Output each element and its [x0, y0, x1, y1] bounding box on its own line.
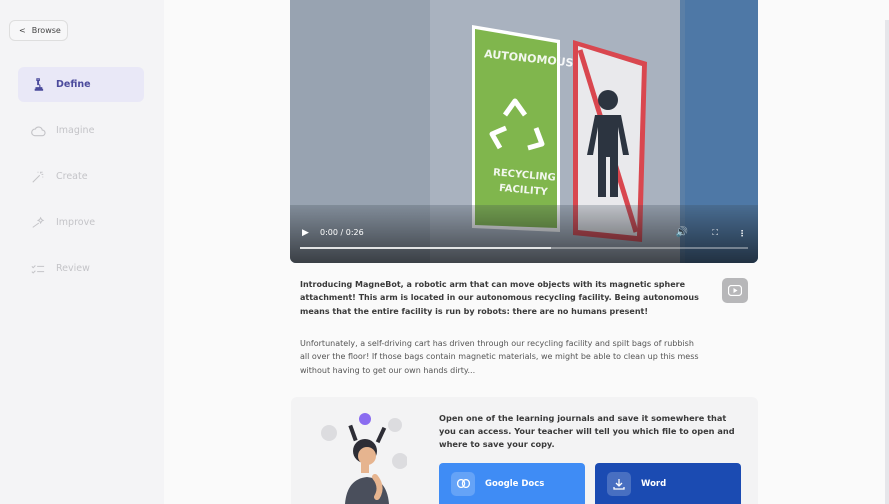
sidebar-item-label: Define [56, 79, 91, 90]
browse-back-button[interactable]: < Browse [9, 20, 68, 41]
fullscreen-icon[interactable]: ⛶ [712, 228, 718, 238]
video-controls: ▶ 0:00 / 0:26 🔊 ⛶ ⋮ [290, 205, 758, 263]
video-time: 0:00 / 0:26 [320, 228, 364, 237]
journal-instructions: Open one of the learning journals and sa… [439, 413, 735, 449]
scrollbar[interactable] [885, 20, 889, 504]
learning-journal-card: Open one of the learning journals and sa… [291, 397, 758, 504]
sparkle-wand-icon [30, 215, 46, 231]
link-icon [451, 471, 475, 496]
youtube-icon [727, 281, 743, 300]
sidebar-item-label: Review [56, 263, 90, 274]
more-options-icon[interactable]: ⋮ [738, 229, 746, 238]
google-docs-button[interactable]: Google Docs [439, 463, 585, 504]
description-paragraph-1: Introducing MagneBot, a robotic arm that… [300, 280, 699, 316]
download-icon [607, 471, 631, 496]
video-progress-fill [300, 247, 551, 249]
magic-wand-icon [30, 169, 46, 185]
sidebar-item-label: Imagine [56, 125, 95, 136]
checklist-icon [30, 261, 46, 277]
cloud-icon [30, 123, 46, 139]
chevron-left-icon: < [19, 26, 26, 35]
video-player[interactable]: AUTONOMOUS RECYCLING FACILITY ▶ 0:00 / 0… [290, 0, 758, 263]
sidebar-item-imagine[interactable]: Imagine [18, 113, 144, 148]
sidebar-item-label: Improve [56, 217, 96, 228]
video-progress-bar[interactable] [300, 247, 748, 249]
sidebar-item-label: Create [56, 171, 88, 182]
description-paragraph-2: Unfortunately, a self-driving cart has d… [300, 339, 699, 375]
thinking-person-illustration [317, 411, 408, 504]
microscope-icon [30, 77, 46, 93]
word-button[interactable]: Word [595, 463, 741, 504]
browse-label: Browse [31, 26, 61, 35]
volume-icon[interactable]: 🔊 [676, 227, 688, 238]
word-label: Word [641, 478, 667, 489]
sidebar-item-improve[interactable]: Improve [18, 205, 144, 240]
sidebar: < Browse Define Imagine Create Improve R… [0, 0, 164, 504]
play-icon[interactable]: ▶ [302, 228, 309, 238]
main-content: AUTONOMOUS RECYCLING FACILITY ▶ 0:00 / 0… [164, 0, 889, 504]
google-docs-label: Google Docs [485, 478, 545, 489]
youtube-button[interactable] [722, 278, 748, 303]
sidebar-item-create[interactable]: Create [18, 159, 144, 194]
sidebar-item-define[interactable]: Define [18, 67, 144, 102]
sidebar-item-review[interactable]: Review [18, 251, 144, 286]
